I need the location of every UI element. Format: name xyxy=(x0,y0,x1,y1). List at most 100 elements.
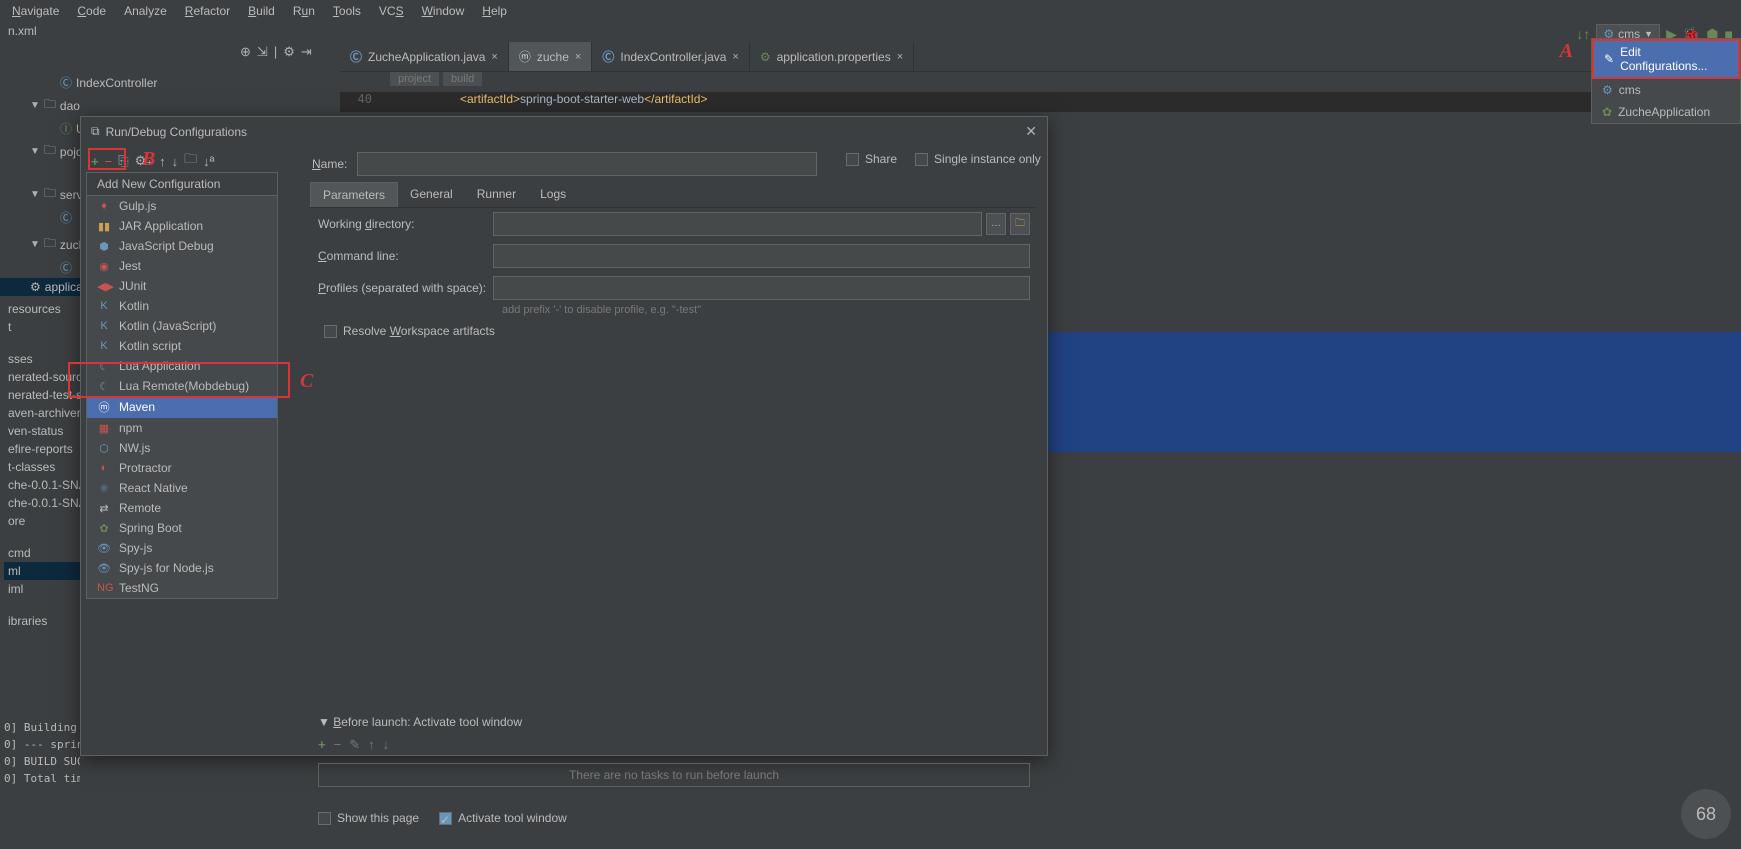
move-up-button[interactable]: ↑ xyxy=(368,737,375,753)
tab-zuche-maven[interactable]: ⓜ zuche × xyxy=(509,42,592,71)
menu-vcs[interactable]: VCS xyxy=(371,2,412,18)
tab-zuche-java[interactable]: Ⓒ ZucheApplication.java × xyxy=(340,42,509,71)
target-icon[interactable]: ⊕ xyxy=(240,44,251,60)
menu-tools[interactable]: Tools xyxy=(325,2,369,18)
close-icon[interactable]: × xyxy=(897,51,903,63)
expander-icon[interactable]: ▼ xyxy=(30,189,40,200)
config-item-zuche[interactable]: ✿ ZucheApplication xyxy=(1592,101,1740,123)
tab-parameters[interactable]: Parameters xyxy=(310,182,398,207)
tab-general[interactable]: General xyxy=(398,182,465,207)
config-type-luaapp[interactable]: ☾Lua Application xyxy=(87,356,277,376)
activate-tool-checkbox[interactable]: ✓Activate tool window xyxy=(439,811,567,825)
before-launch-title[interactable]: ▼ Before launch: Activate tool window xyxy=(318,715,1030,729)
divider: | xyxy=(274,44,277,60)
event-count-badge[interactable]: 68 xyxy=(1681,789,1731,839)
share-checkbox[interactable]: Share xyxy=(846,152,897,166)
config-type-reactnative[interactable]: ⚛React Native xyxy=(87,478,277,498)
working-dir-input[interactable] xyxy=(493,212,982,236)
sync-icon[interactable]: ↓↑ xyxy=(1576,26,1590,42)
protractor-icon: ◐ xyxy=(97,462,111,474)
name-label: N xyxy=(312,157,321,171)
tab-logs[interactable]: Logs xyxy=(528,182,578,207)
before-launch-toolbar: + − ✎ ↑ ↓ xyxy=(318,737,1030,753)
menu-code[interactable]: Code xyxy=(69,2,114,18)
config-type-nwjs[interactable]: ⬡NW.js xyxy=(87,438,277,458)
config-type-kotlin[interactable]: KKotlin xyxy=(87,296,277,316)
menu-analyze[interactable]: Analyze xyxy=(116,2,175,18)
menu-window[interactable]: Window xyxy=(414,2,473,18)
run-config-menu: ✎ Edit Configurations... ⚙ cms ✿ ZucheAp… xyxy=(1591,38,1741,124)
name-row: Name: xyxy=(312,152,817,176)
close-icon[interactable]: × xyxy=(491,51,497,63)
config-type-jest[interactable]: ◉Jest xyxy=(87,256,277,276)
add-button[interactable]: + xyxy=(91,154,99,169)
move-up-button[interactable]: ↑ xyxy=(159,154,166,169)
command-line-input[interactable] xyxy=(493,244,1030,268)
config-item-cms[interactable]: ⚙ cms xyxy=(1592,79,1740,101)
resolve-workspace-checkbox[interactable]: Resolve Workspace artifacts xyxy=(324,324,1030,338)
collapse-icon[interactable]: ⇲ xyxy=(257,44,268,60)
edit-configurations-item[interactable]: ✎ Edit Configurations... xyxy=(1592,39,1740,79)
config-type-luaremote[interactable]: ☾Lua Remote(Mobdebug) xyxy=(87,376,277,396)
expander-icon[interactable]: ▼ xyxy=(30,146,40,157)
config-type-npm[interactable]: ▦npm xyxy=(87,418,277,438)
config-type-kotlinscript[interactable]: KKotlin script xyxy=(87,336,277,356)
close-icon[interactable]: × xyxy=(575,51,581,63)
tree-item[interactable]: ⒸIndexController xyxy=(0,72,290,93)
folder-icon: 🗀 xyxy=(44,234,56,255)
config-type-protractor[interactable]: ◐Protractor xyxy=(87,458,277,478)
working-dir-label: Working directory: xyxy=(318,217,493,231)
config-type-junit[interactable]: ◀▶JUnit xyxy=(87,276,277,296)
config-type-spyjsnode[interactable]: 👁Spy-js for Node.js xyxy=(87,558,277,578)
config-type-testng[interactable]: NGTestNG xyxy=(87,578,277,598)
tab-app-properties[interactable]: ⚙ application.properties × xyxy=(750,42,914,71)
hide-icon[interactable]: ⇥ xyxy=(301,44,312,60)
close-icon[interactable]: × xyxy=(732,51,738,63)
expander-icon[interactable]: ▼ xyxy=(30,100,40,111)
menu-build[interactable]: Build xyxy=(240,2,283,18)
menu-help[interactable]: Help xyxy=(474,2,515,18)
dialog-icon: ⧉ xyxy=(91,124,100,139)
sort-button[interactable]: ↓ª xyxy=(203,154,214,169)
show-page-checkbox[interactable]: Show this page xyxy=(318,811,419,825)
menu-refactor[interactable]: Refactor xyxy=(177,2,238,18)
crumb-project[interactable]: project xyxy=(390,72,439,86)
move-down-button[interactable]: ↓ xyxy=(383,737,390,753)
tab-runner[interactable]: Runner xyxy=(465,182,528,207)
remove-task-button[interactable]: − xyxy=(334,737,342,753)
copy-button[interactable]: ⎘ xyxy=(118,153,128,169)
editor-area[interactable]: 40 <artifactId>spring-boot-starter-web</… xyxy=(340,92,1741,112)
kotlin-icon: K xyxy=(97,340,111,352)
tab-index-controller[interactable]: Ⓒ IndexController.java × xyxy=(592,42,750,71)
config-type-gulp[interactable]: ♦Gulp.js xyxy=(87,196,277,216)
config-type-kotlinjs[interactable]: KKotlin (JavaScript) xyxy=(87,316,277,336)
class-icon: Ⓒ xyxy=(60,209,72,226)
config-type-remote[interactable]: ⇄Remote xyxy=(87,498,277,518)
config-type-maven[interactable]: ⓜMaven xyxy=(87,396,277,418)
config-type-jsdebug[interactable]: ⬢JavaScript Debug xyxy=(87,236,277,256)
add-configuration-popup: Add New Configuration ♦Gulp.js ▮▮JAR App… xyxy=(86,172,278,599)
profiles-input[interactable] xyxy=(493,276,1030,300)
browse-button[interactable]: … xyxy=(986,213,1006,235)
edit-task-button[interactable]: ✎ xyxy=(349,737,360,753)
expander-icon[interactable]: ▼ xyxy=(30,239,40,250)
config-type-spyjs[interactable]: 👁Spy-js xyxy=(87,538,277,558)
menu-navigate[interactable]: NNavigateavigate xyxy=(4,2,67,18)
command-line-row: Command line: xyxy=(318,244,1030,268)
settings-button[interactable]: ⚙₊ xyxy=(135,153,154,169)
folder-button[interactable]: 🗀 xyxy=(184,150,197,172)
folder-icon[interactable]: 🗀 xyxy=(1010,213,1030,235)
move-down-button[interactable]: ↓ xyxy=(172,154,179,169)
config-type-jar[interactable]: ▮▮JAR Application xyxy=(87,216,277,236)
close-icon[interactable]: ✕ xyxy=(1025,123,1037,140)
single-instance-checkbox[interactable]: Single instance only xyxy=(915,152,1041,166)
config-type-springboot[interactable]: ✿Spring Boot xyxy=(87,518,277,538)
remove-button[interactable]: − xyxy=(105,154,113,169)
command-line-label: Command line: xyxy=(318,249,493,263)
menu-run[interactable]: Run xyxy=(285,2,323,18)
add-task-button[interactable]: + xyxy=(318,737,326,753)
crumb-build[interactable]: build xyxy=(443,72,482,86)
gear-icon[interactable]: ⚙ xyxy=(283,44,295,60)
name-input[interactable] xyxy=(357,152,817,176)
tree-folder-dao[interactable]: ▼🗀dao xyxy=(0,93,290,118)
